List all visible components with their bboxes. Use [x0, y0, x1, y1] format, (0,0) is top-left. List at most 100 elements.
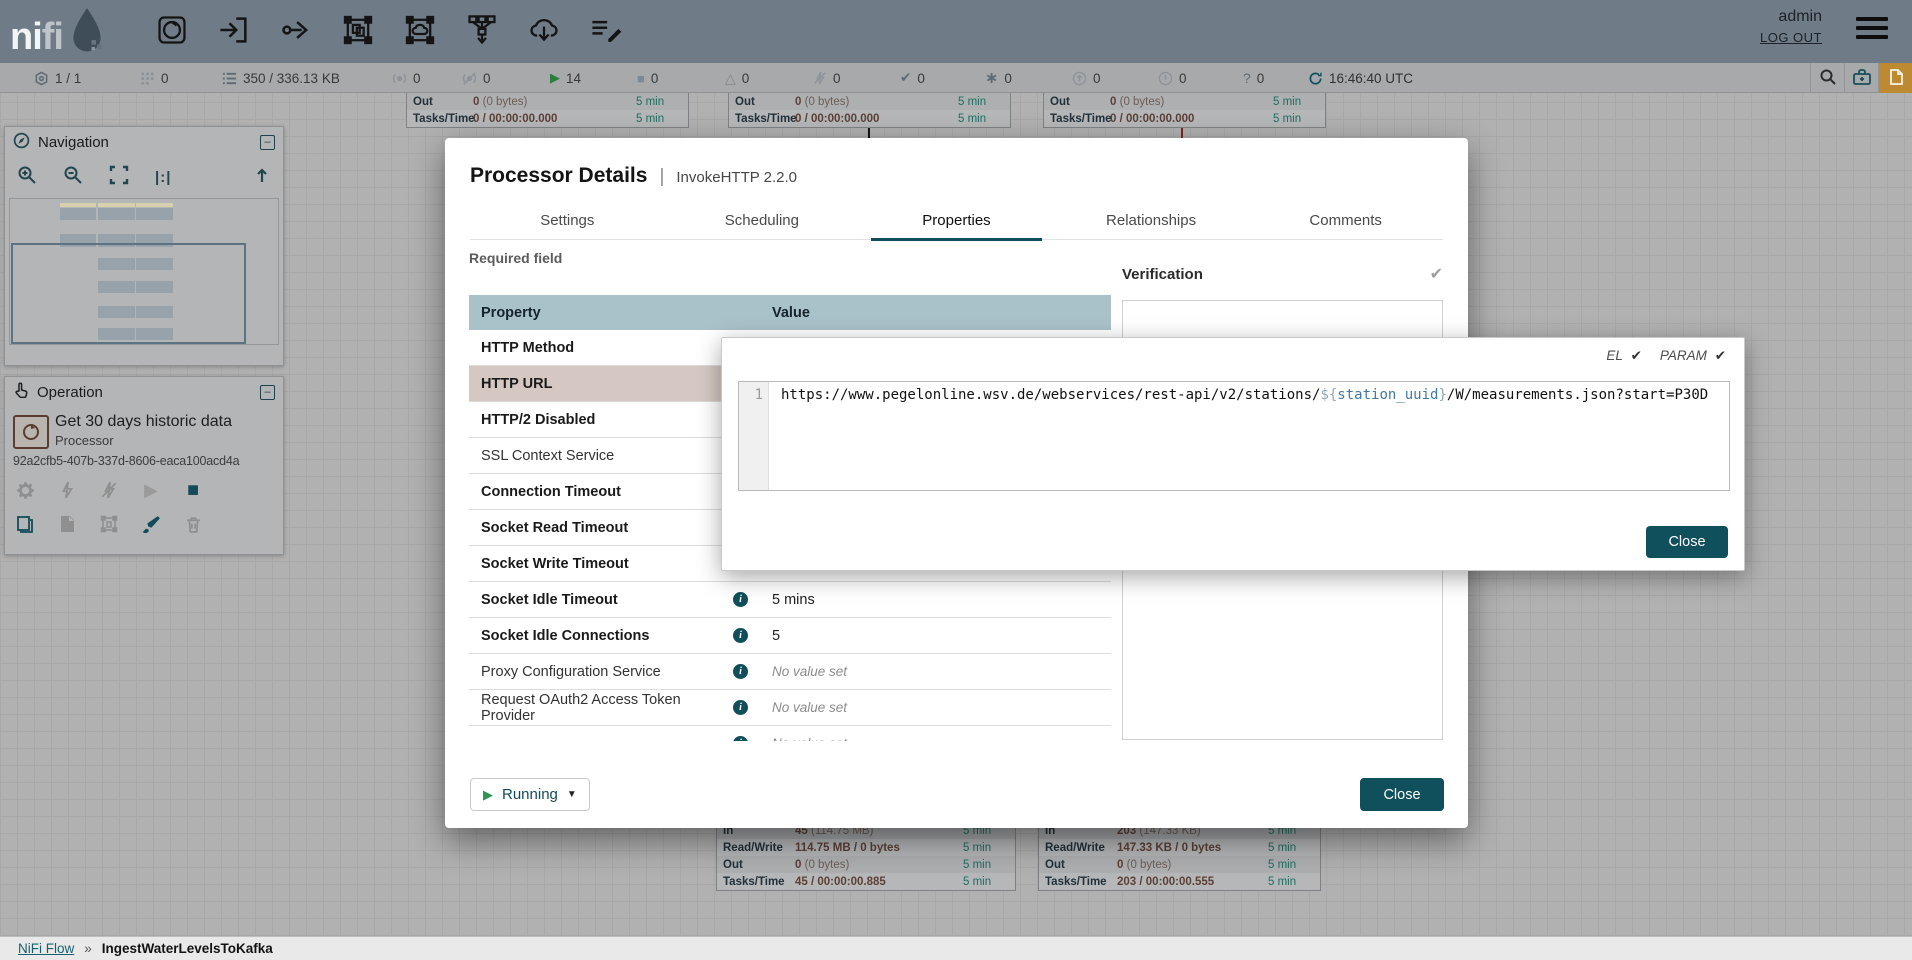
- nifi-logo: nifi: [10, 6, 109, 61]
- output-port-icon: [276, 8, 316, 52]
- start-icon: ▶: [139, 478, 163, 502]
- el-open-brace: ${: [1320, 387, 1337, 403]
- tab-comments[interactable]: Comments: [1248, 202, 1443, 239]
- processor-type-icon: [13, 415, 49, 449]
- up-to-date-count: ✔0: [900, 63, 925, 93]
- tab-settings[interactable]: Settings: [470, 202, 665, 239]
- navigation-panel-title: Navigation: [38, 134, 109, 151]
- tab-properties[interactable]: Properties: [859, 202, 1054, 239]
- stale-count: 0: [1072, 63, 1101, 93]
- document-icon: [1887, 68, 1905, 89]
- logo-text-ni: ni: [10, 13, 42, 61]
- stat-value: 0 (0 bytes): [1108, 96, 1273, 108]
- dialog-subtitle: InvokeHTTP 2.2.0: [676, 169, 797, 186]
- param-supported-badge: PARAM ✔: [1660, 348, 1726, 364]
- search-button: [1810, 63, 1844, 93]
- column-property: Property: [469, 305, 760, 321]
- pointer-hand-icon: [13, 382, 29, 402]
- stat-row: Read/Write147.33 KB / 0 bytes5 min: [1039, 839, 1320, 856]
- stat-row: Out0 (0 bytes)5 min: [407, 93, 688, 110]
- stat-label: Out: [735, 96, 793, 108]
- stat-label: Tasks/Time: [723, 876, 795, 888]
- breadcrumb-separator: »: [84, 941, 92, 956]
- tab-scheduling[interactable]: Scheduling: [665, 202, 860, 239]
- tab-relationships[interactable]: Relationships: [1054, 202, 1249, 239]
- stat-window: 5 min: [1268, 842, 1314, 854]
- enable-icon: [55, 478, 79, 502]
- stat-label: Tasks/Time: [1045, 876, 1117, 888]
- sync-failure-icon: ?: [1243, 70, 1251, 86]
- processor-stats: In45 (114.75 MB)5 min Read/Write114.75 M…: [716, 821, 1016, 891]
- zoom-actual-icon: |:|: [155, 169, 171, 186]
- selected-component-type: Processor: [55, 433, 275, 448]
- stat-row: Tasks/Time45 / 00:00:00.8855 min: [717, 873, 1015, 890]
- dialog-close-button[interactable]: Close: [1360, 778, 1444, 811]
- required-field-label: Required field: [469, 250, 562, 266]
- dialog-title-separator: |: [659, 166, 664, 188]
- info-icon: i: [733, 736, 748, 741]
- stat-row: Out0 (0 bytes)5 min: [729, 93, 1010, 110]
- disabled-icon: [813, 71, 827, 85]
- label-icon: [586, 8, 626, 52]
- processor-stats: In203 (147.33 KB)5 min Read/Write147.33 …: [1038, 821, 1321, 891]
- locally-modified-stale-icon: [1158, 71, 1173, 86]
- disabled-count: 0: [813, 63, 841, 93]
- not-transmitting-count: 0: [462, 63, 491, 93]
- stat-row: Tasks/Time0 / 00:00:00.0005 min: [729, 110, 1010, 127]
- process-group-icon: [338, 8, 378, 52]
- processor-stats: Out0 (0 bytes)5 min Tasks/Time0 / 00:00:…: [1043, 92, 1326, 128]
- funnel-icon: [462, 8, 502, 52]
- property-row-oauth2-token-provider[interactable]: Request OAuth2 Access Token ProvideriNo …: [469, 690, 1111, 726]
- not-transmitting-icon: [462, 71, 477, 86]
- el-supported-badge: EL ✔: [1606, 348, 1642, 364]
- breadcrumb-current-group: IngestWaterLevelsToKafka: [102, 941, 273, 956]
- input-port-icon: [214, 8, 254, 52]
- el-variable: station_uuid: [1337, 387, 1438, 403]
- active-threads: 0: [140, 63, 169, 93]
- stat-row: Tasks/Time0 / 00:00:00.0005 min: [1044, 110, 1325, 127]
- locally-modified-stale-count: 0: [1158, 63, 1187, 93]
- property-row-proxy-configuration-service[interactable]: Proxy Configuration ServiceiNo value set: [469, 654, 1111, 690]
- run-state-dropdown[interactable]: ▶ Running ▼: [470, 778, 590, 811]
- property-row-socket-idle-timeout[interactable]: Socket Idle Timeouti5 mins: [469, 582, 1111, 618]
- stat-row: Out0 (0 bytes)5 min: [1044, 93, 1325, 110]
- stat-window: 5 min: [636, 113, 682, 125]
- invalid-icon: △: [725, 70, 736, 87]
- dialog-tabs: Settings Scheduling Properties Relations…: [470, 202, 1443, 240]
- toolbox-icon: [1852, 67, 1872, 90]
- breadcrumb-root-link: NiFi Flow: [18, 941, 74, 956]
- disable-icon: [97, 478, 121, 502]
- queued-icon: [222, 71, 237, 86]
- locally-modified-icon: ∗: [985, 68, 998, 88]
- info-icon[interactable]: i: [733, 700, 748, 715]
- stat-value: 0 / 00:00:00.000: [1108, 113, 1273, 125]
- stat-window: 5 min: [1273, 96, 1319, 108]
- cluster-status: 1 / 1: [34, 63, 81, 93]
- properties-table-header: Property Value: [469, 295, 1111, 330]
- stat-label: Out: [413, 96, 471, 108]
- nifi-droplet-icon: [63, 6, 109, 61]
- editor-close-button[interactable]: Close: [1646, 526, 1728, 558]
- stat-window: 5 min: [1273, 113, 1319, 125]
- paste-icon: [55, 512, 79, 536]
- stopped-icon: ■: [637, 71, 645, 86]
- property-row-socket-idle-connections[interactable]: Socket Idle Connectionsi5: [469, 618, 1111, 654]
- stat-value: 45 / 00:00:00.885: [795, 876, 963, 888]
- cluster-icon: [34, 71, 49, 86]
- stat-row: Out0 (0 bytes)5 min: [1039, 856, 1320, 873]
- stopped-count: ■0: [637, 63, 658, 93]
- delete-icon: [181, 512, 205, 536]
- locally-modified-count: ∗0: [985, 63, 1012, 93]
- info-icon[interactable]: i: [733, 628, 748, 643]
- property-value-editor: EL ✔ PARAM ✔ 1 https://www.pegelonline.w…: [721, 337, 1745, 571]
- stat-value: 114.75 MB / 0 bytes: [795, 842, 963, 854]
- zoom-in-icon: [17, 165, 37, 190]
- logout-link: LOG OUT: [1760, 30, 1822, 45]
- check-icon: ✔: [1711, 348, 1726, 363]
- info-icon[interactable]: i: [733, 664, 748, 679]
- value-code-editor[interactable]: 1 https://www.pegelonline.wsv.de/webserv…: [738, 381, 1730, 491]
- collapse-operation-icon: –: [260, 385, 275, 400]
- run-state-label: Running: [502, 786, 558, 803]
- info-icon[interactable]: i: [733, 592, 748, 607]
- property-row-clipped[interactable]: iNo value set: [469, 726, 1111, 741]
